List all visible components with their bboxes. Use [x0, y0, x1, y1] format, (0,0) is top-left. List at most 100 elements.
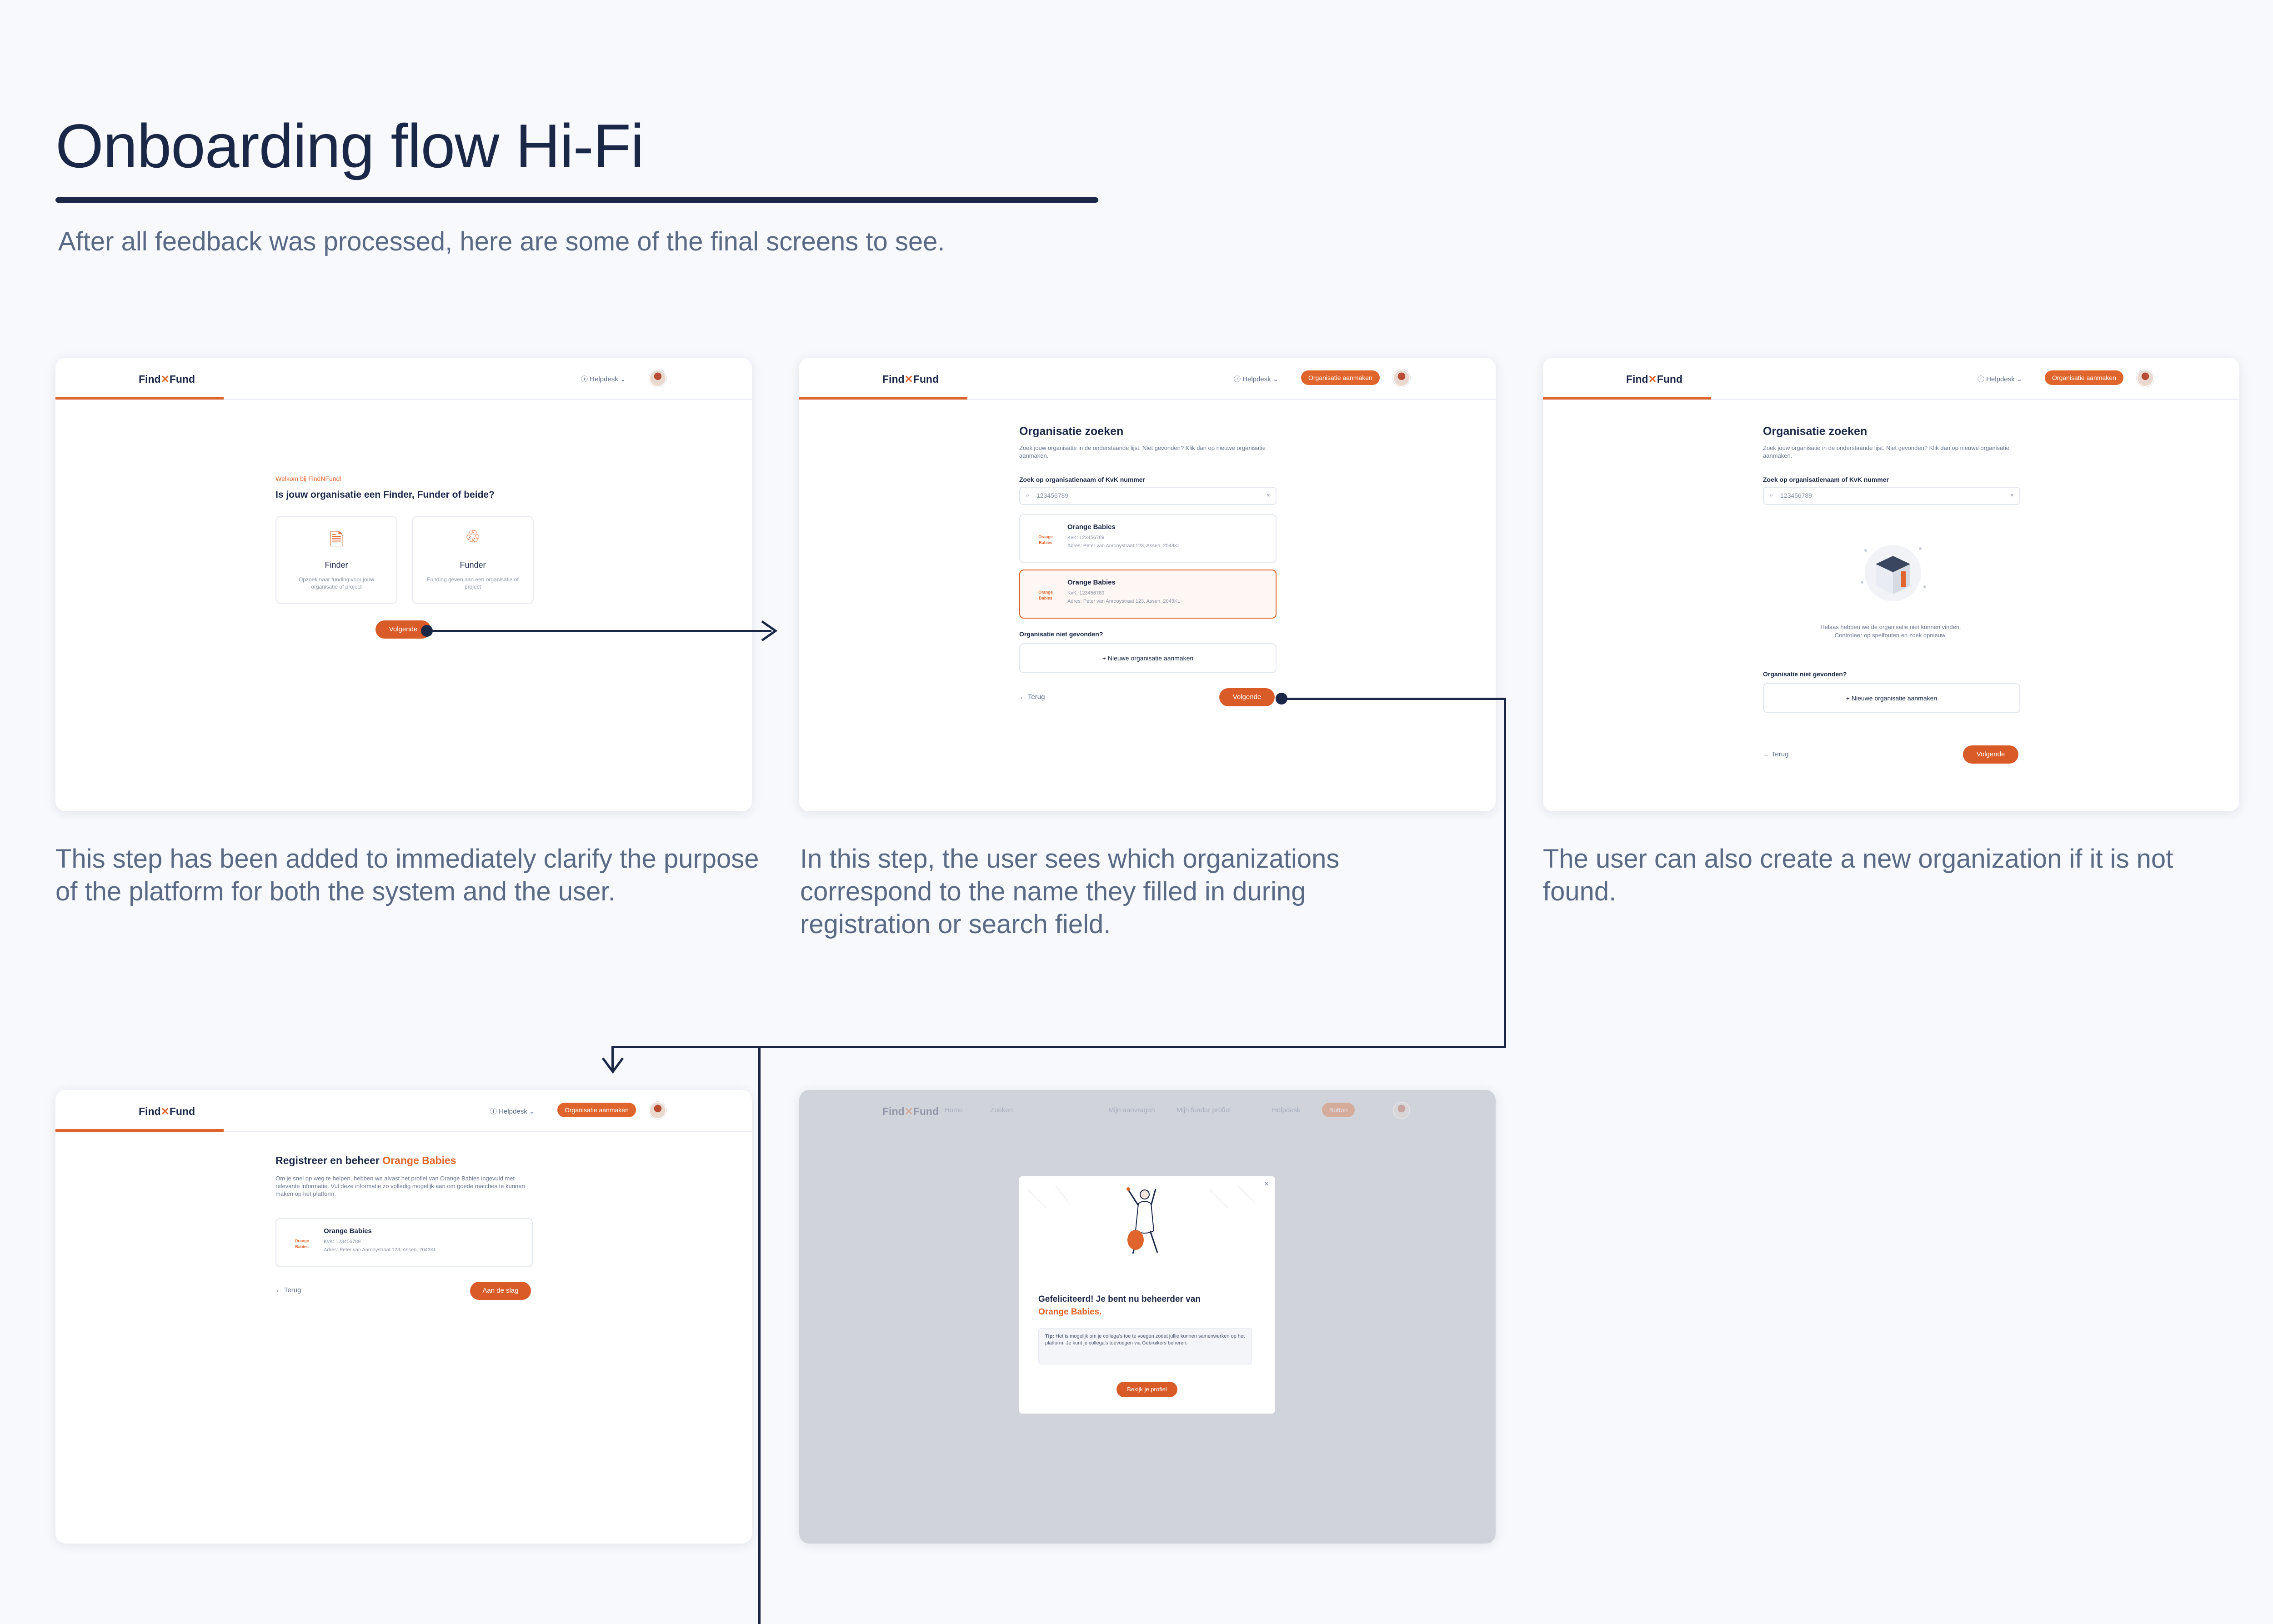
back-button[interactable]: ← Terug	[1019, 693, 1045, 701]
section-title: Organisatie zoeken	[1763, 425, 1867, 438]
search-label: Zoek op organisatienaam of KvK nummer	[1019, 476, 1145, 483]
create-organisation-button[interactable]: Organisatie aanmaken	[1301, 370, 1380, 385]
organisation-logo: Orange Babies	[1038, 535, 1053, 545]
search-input[interactable]: ⌕ 123456789 ×	[1763, 487, 2020, 505]
screen-organisation-search-results: Find✕Fund ⓘ Helpdesk ⌄ Organisatie aanma…	[799, 358, 1496, 811]
nav-my-requests: Mijn aanvragen	[1108, 1106, 1155, 1114]
flow-arrow-down	[601, 1057, 624, 1074]
screen-finder-funder-choice: Find✕Fund ⓘ Helpdesk ⌄ Welkom bij FindNF…	[55, 358, 752, 811]
topbar-accent-line	[799, 397, 967, 400]
helpdesk-menu[interactable]: ⓘ Helpdesk ⌄	[490, 1106, 535, 1116]
findnfund-logo: Find✕Fund	[882, 373, 939, 385]
funder-option-card[interactable]: ♲ Funder Funding geven aan een organisat…	[412, 516, 534, 604]
helpdesk-menu[interactable]: ⓘ Helpdesk ⌄	[581, 374, 626, 384]
app-topbar: Find✕Fund ⓘ Helpdesk ⌄	[55, 358, 752, 400]
caption-step-1: This step has been added to immediately …	[55, 844, 759, 906]
findnfund-logo: Find✕Fund	[1626, 373, 1683, 385]
organisation-name: Orange Babies	[324, 1227, 372, 1235]
topbar-accent-line	[1543, 397, 1711, 400]
organisation-logo: Orange Babies	[1038, 590, 1053, 600]
flow-connector-line	[1504, 698, 1506, 1048]
avatar[interactable]	[649, 1102, 666, 1119]
back-button[interactable]: ← Terug	[275, 1286, 301, 1294]
app-topbar: Find✕Fund ⓘ Helpdesk ⌄ Organisatie aanma…	[1543, 358, 2239, 400]
modal-title: Gefeliciteerd! Je bent nu beheerder van	[1038, 1294, 1201, 1304]
caption-step-3: The user can also create a new organizat…	[1543, 844, 2173, 906]
organisation-address: Adres: Peter van Anrooystraat 123, Assen…	[324, 1247, 437, 1253]
screen-success-modal: Find✕Fund Home Zoeken Mijn aanvragen Mij…	[799, 1090, 1496, 1544]
flow-connector-line	[427, 630, 771, 632]
tip-box: Tip: Het is mogelijk om je collega's toe…	[1038, 1328, 1252, 1364]
flow-connector-line	[1282, 698, 1506, 700]
title-underline	[55, 197, 1098, 203]
register-title: Registreer en beheer Orange Babies	[275, 1154, 456, 1166]
organisation-address: Adres: Peter van Anrooystraat 123, Assen…	[1067, 599, 1181, 604]
topbar-accent-line	[55, 1129, 224, 1132]
page-subtitle: After all feedback was processed, here a…	[58, 227, 945, 256]
finder-title: Finder	[325, 560, 348, 570]
helpdesk-menu[interactable]: ⓘ Helpdesk ⌄	[1234, 374, 1278, 384]
create-organisation-button[interactable]: Organisatie aanmaken	[2045, 370, 2123, 385]
page-title: Onboarding flow Hi-Fi	[55, 111, 644, 180]
hand-coins-icon: ♲	[465, 528, 481, 547]
organisation-address: Adres: Peter van Anrooystraat 123, Assen…	[1067, 543, 1181, 549]
app-topbar: Find✕Fund ⓘ Helpdesk ⌄ Organisatie aanma…	[799, 358, 1496, 400]
new-organisation-button[interactable]: + Nieuwe organisatie aanmaken	[1763, 683, 2020, 713]
organisation-name: Orange Babies	[1067, 579, 1116, 586]
question-heading: Is jouw organisatie een Finder, Funder o…	[275, 490, 495, 500]
organisation-kvk: KvK: 123456789	[1067, 590, 1105, 596]
app-topbar: Find✕Fund ⓘ Helpdesk ⌄ Organisatie aanma…	[55, 1090, 752, 1132]
empty-state-line-1: Helaas hebben we de organisatie niet kun…	[1820, 624, 1961, 630]
clear-icon[interactable]: ×	[1267, 491, 1270, 499]
avatar	[1393, 1102, 1410, 1119]
funder-title: Funder	[460, 560, 486, 570]
organisation-kvk: KvK: 123456789	[1067, 535, 1105, 540]
screen-organisation-not-found: Find✕Fund ⓘ Helpdesk ⌄ Organisatie aanma…	[1543, 358, 2239, 811]
clear-icon[interactable]: ×	[2010, 491, 2014, 499]
finder-option-card[interactable]: 🗎 Finder Opzoek naar funding voor jouw o…	[275, 516, 397, 604]
search-label: Zoek op organisatienaam of KvK nummer	[1763, 476, 1889, 483]
nav-helpdesk: Helpdesk	[1272, 1106, 1301, 1114]
findnfund-logo: Find✕Fund	[139, 373, 195, 385]
not-found-label: Organisatie niet gevonden?	[1019, 630, 1103, 638]
flow-connector-line	[611, 1046, 1506, 1048]
flow-arrow-right	[761, 620, 778, 642]
nav-my-funder-profile: Mijn funder profiel	[1177, 1106, 1231, 1114]
empty-box-illustration	[1861, 545, 1926, 601]
caption-step-2: In this step, the user sees which organi…	[800, 844, 1340, 939]
organisation-name: Orange Babies	[1067, 523, 1116, 531]
next-button[interactable]: Volgende	[1963, 745, 2018, 764]
register-description: Om je snel op weg te helpen, hebben we a…	[275, 1175, 525, 1197]
nav-search: Zoeken	[990, 1106, 1013, 1114]
new-organisation-button[interactable]: + Nieuwe organisatie aanmaken	[1019, 643, 1277, 673]
search-icon: ⌕	[1769, 491, 1773, 499]
findnfund-logo: Find✕Fund	[139, 1105, 195, 1117]
finder-description: Opzoek naar funding voor jouw organisati…	[298, 576, 375, 590]
organisation-result-card[interactable]: Orange Babies Orange Babies KvK: 1234567…	[1019, 514, 1277, 563]
not-found-label: Organisatie niet gevonden?	[1763, 670, 1847, 678]
next-button[interactable]: Volgende	[1219, 688, 1275, 706]
organisation-result-card-selected[interactable]: Orange Babies Orange Babies KvK: 1234567…	[1019, 570, 1277, 619]
document-icon: 🗎	[329, 530, 344, 550]
topbar-accent-line	[55, 397, 224, 400]
search-input[interactable]: ⌕ 123456789 ×	[1019, 487, 1277, 505]
get-started-button[interactable]: Aan de slag	[470, 1282, 531, 1300]
create-organisation-button[interactable]: Organisatie aanmaken	[557, 1103, 636, 1117]
findnfund-logo: Find✕Fund	[882, 1105, 939, 1117]
organisation-card: Orange Babies Orange Babies KvK: 1234567…	[275, 1218, 533, 1267]
flow-connector-line	[758, 1048, 761, 1624]
avatar[interactable]	[649, 370, 666, 387]
celebration-illustration	[1028, 1185, 1256, 1254]
back-button[interactable]: ← Terug	[1763, 750, 1788, 758]
section-description: Zoek jouw organisatie in de onderstaande…	[1763, 445, 2010, 459]
helpdesk-menu[interactable]: ⓘ Helpdesk ⌄	[1978, 374, 2022, 384]
view-profile-button[interactable]: Bekijk je profiel	[1116, 1382, 1177, 1397]
modal-title-organisation: Orange Babies.	[1038, 1307, 1102, 1317]
avatar[interactable]	[1393, 370, 1410, 387]
search-icon: ⌕	[1026, 491, 1030, 499]
nav-home: Home	[945, 1106, 963, 1114]
blurred-app-topbar: Find✕Fund Home Zoeken Mijn aanvragen Mij…	[799, 1090, 1496, 1131]
organisation-logo: Orange Babies	[295, 1239, 309, 1249]
avatar[interactable]	[2137, 370, 2154, 387]
welcome-text: Welkom bij FindNFund!	[275, 475, 342, 482]
